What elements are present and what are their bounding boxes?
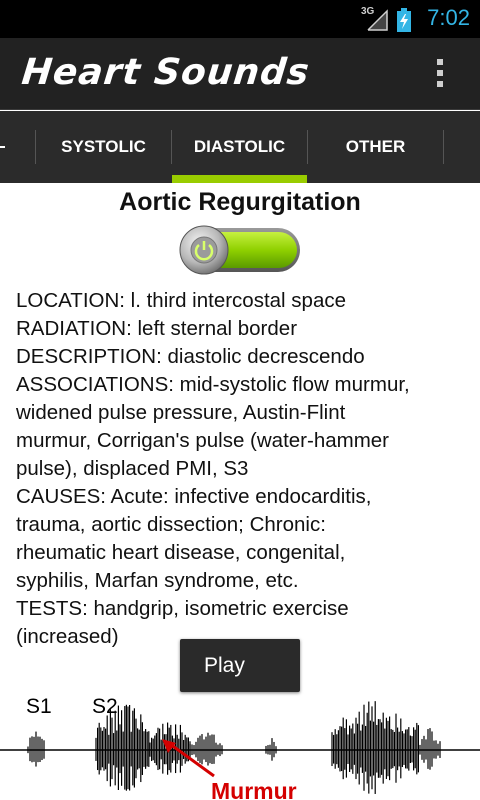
overflow-menu-icon[interactable] [437,59,445,91]
tab-bar: SYSTOLIC DIASTOLIC OTHER [0,111,480,183]
tab-diastolic[interactable]: DIASTOLIC [172,111,307,183]
murmur-details: LOCATION: l. third intercostal space RAD… [16,287,480,651]
detail-line: trauma, aortic dissection; Chronic: [16,513,326,536]
sound-toggle-switch[interactable] [178,223,304,279]
detail-line: RADIATION: left sternal border [16,317,298,340]
battery-icon [397,8,411,32]
murmur-title: Aortic Regurgitation [119,188,361,216]
tab-diastolic-label: DIASTOLIC [193,137,286,156]
selected-tab-indicator [172,175,307,183]
tab-systolic[interactable]: SYSTOLIC [36,111,171,183]
action-bar: Heart Sounds [0,38,480,110]
detail-line: TESTS: handgrip, isometric exercise [16,597,349,620]
tab-divider [443,130,444,164]
detail-line: widened pulse pressure, Austin-Flint [16,401,346,424]
detail-line: syphilis, Marfan syndrome, etc. [16,569,299,592]
tab-previous-partial[interactable] [0,111,8,183]
detail-line: ASSOCIATIONS: mid-systolic flow murmur, [16,373,410,396]
detail-line: murmur, Corrigan's pulse (water-hammer [16,429,390,452]
status-time: 7:02 [427,5,470,30]
detail-line: pulse), displaced PMI, S3 [16,457,249,480]
play-button[interactable]: Play [180,639,300,692]
murmur-annotation: Murmur [211,778,297,800]
app-title: Heart Sounds [19,52,312,93]
status-bar: 3G 7:02 [0,0,480,38]
phonocardiogram-image: S1 S2 Murmur [0,691,480,800]
signal-icon [367,9,388,31]
detail-line: CAUSES: Acute: infective endocarditis, [16,485,372,508]
murmur-detail: Aortic Regurgitation LOCATION: l. third … [0,183,480,800]
detail-line: DESCRIPTION: diastolic decrescendo [16,345,365,368]
tab-other[interactable]: OTHER [308,111,443,183]
detail-line: rheumatic heart disease, congenital, [16,541,346,564]
detail-line: LOCATION: l. third intercostal space [16,289,347,312]
